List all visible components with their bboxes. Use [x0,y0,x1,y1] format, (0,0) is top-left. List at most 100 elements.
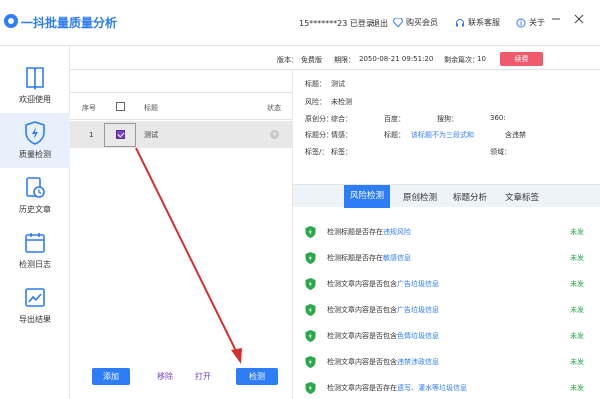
check-text: 检测标题是否存在 [327,228,383,236]
tab-risk-check[interactable]: 风险检测 [344,185,391,208]
select-all-checkbox[interactable] [116,102,125,111]
check-text: 检测文章内容是否存在 [327,384,397,392]
labels-tags-label: 标签： [331,148,352,156]
original-sogou-label: 搜狗： [437,115,458,123]
check-result: 未发 [570,358,584,366]
export-chart-icon [25,288,45,307]
original-baidu-label: 百度： [384,115,405,123]
add-button[interactable]: 添加 [92,368,130,385]
detail-risk-value: 未检测 [331,98,352,106]
sidebar: 欢迎使用 质量检测 历史文章 检测日志 导出结果 [0,46,70,399]
version-label: 版本： [277,56,298,64]
check-highlight: 色情垃圾信息 [397,332,439,340]
app-logo-icon [4,14,18,28]
detail-labels-label: 标签/： [305,148,329,156]
column-header-status: 状态 [267,104,281,112]
detect-button[interactable]: 检测 [236,368,278,385]
minimize-icon[interactable] [549,14,563,28]
sidebar-item-welcome[interactable]: 欢迎使用 [0,58,70,113]
expire-label: 期限： [334,56,355,64]
check-result: 未发 [570,306,584,314]
shield-bolt-icon [25,121,45,145]
sidebar-item-label: 欢迎使用 [19,95,51,104]
check-text: 检测文章内容是否包含 [327,306,397,314]
column-header-title: 标题 [144,104,158,112]
sidebar-item-quality-check[interactable]: 质量检测 [0,113,70,168]
table-row[interactable]: 1 测试 × [70,121,292,148]
shield-check-icon [305,356,316,368]
sidebar-item-label: 质量检测 [19,150,51,159]
book-icon [26,67,44,90]
diamond-icon [393,18,403,27]
detail-tag-label: 标题分： [305,131,333,139]
list-item: 检测文章内容是否包含广告垃圾信息 未发 [305,276,595,293]
check-text: 检测文章内容是否包含 [327,358,397,366]
expire-value: 2050-08-21 09:51:20 [359,55,434,63]
contact-service-button[interactable]: 联系客服 [455,17,500,28]
original-composite-label: 综合： [331,115,352,123]
tag-title-label: 标题： [384,131,405,139]
sidebar-item-export[interactable]: 导出结果 [0,278,70,333]
close-icon[interactable] [572,14,586,28]
list-item: 检测标题是否存在敏感信息 未发 [305,250,595,267]
detail-risk-label: 风险： [305,98,326,106]
shield-check-icon [305,382,316,394]
shield-check-icon [305,278,316,290]
check-highlight: 违规风险 [383,228,411,236]
list-header: 序号 标题 状态 [70,92,292,120]
detail-tabs: 风险检测 原创检测 标题分析 文章标签 [293,184,600,208]
check-result: 未发 [570,280,584,288]
contact-service-label: 联系客服 [468,18,500,27]
shield-check-icon [305,304,316,316]
sidebar-item-history[interactable]: 历史文章 [0,168,70,223]
renew-button[interactable]: 续费 [500,52,543,66]
list-item: 检测文章内容是否包含广告垃圾信息 未发 [305,302,595,319]
logout-link[interactable]: 退出 [372,18,388,29]
tag-contain-label: 含违禁 [505,131,526,139]
row-checkbox[interactable] [116,130,125,139]
remaining-value: 10 [477,55,486,63]
row-remove-icon[interactable]: × [270,130,279,139]
sidebar-item-log[interactable]: 检测日志 [0,223,70,278]
calendar-icon [25,233,45,253]
remaining-label: 剩余篇次： [444,56,479,64]
tab-article-tags[interactable]: 文章标签 [505,191,539,203]
title-bar: 一抖批量质量分析 15*******23 已登录 退出 购买会员 联系客服 关于 [0,0,600,46]
check-highlight: 违禁涉政信息 [397,358,439,366]
list-item: 检测标题是否存在违规风险 未发 [305,224,595,241]
check-text: 检测标题是否存在 [327,254,383,262]
tab-original-check[interactable]: 原创检测 [403,191,437,203]
detail-panel: 标题： 测试 风险： 未检测 原创分： 综合： 百度： 搜狗： 360: 标题分… [292,70,600,399]
row-number: 1 [89,131,94,139]
about-button[interactable]: 关于 [516,17,545,28]
column-header-no: 序号 [82,104,96,112]
check-result: 未发 [570,332,584,340]
headset-icon [456,18,464,26]
detail-title-value: 测试 [331,80,345,88]
risk-check-list: 检测标题是否存在违规风险 未发 检测标题是否存在敏感信息 未发 检测文章内容是否… [293,208,600,399]
original-360-label: 360: [490,114,506,122]
shield-check-icon [305,330,316,342]
check-result: 未发 [570,228,584,236]
tag-emotion-label: 情感： [331,131,352,139]
buy-membership-button[interactable]: 购买会员 [393,17,438,28]
shield-check-icon [305,252,316,264]
logged-in-user: 15*******23 已登录 [299,19,374,28]
about-label: 关于 [529,18,545,27]
detail-original-label: 原创分： [305,115,333,123]
sidebar-item-label: 检测日志 [19,260,51,269]
detail-title-label: 标题： [305,80,326,88]
tab-title-analysis[interactable]: 标题分析 [453,191,487,203]
app-title: 一抖批量质量分析 [21,16,118,30]
check-highlight: 遗写、灌水等垃圾信息 [397,384,467,392]
article-list-panel: 序号 标题 状态 1 测试 × [70,70,292,399]
list-item: 检测文章内容是否包含色情垃圾信息 未发 [305,328,595,345]
check-result: 未发 [570,254,584,262]
remove-button[interactable]: 移除 [152,368,178,385]
shield-check-icon [305,226,316,238]
check-highlight: 广告垃圾信息 [397,306,439,314]
open-button[interactable]: 打开 [190,368,216,385]
check-text: 检测文章内容是否包含 [327,332,397,340]
labels-domain-label: 领域： [490,148,511,156]
row-title: 测试 [144,131,158,139]
